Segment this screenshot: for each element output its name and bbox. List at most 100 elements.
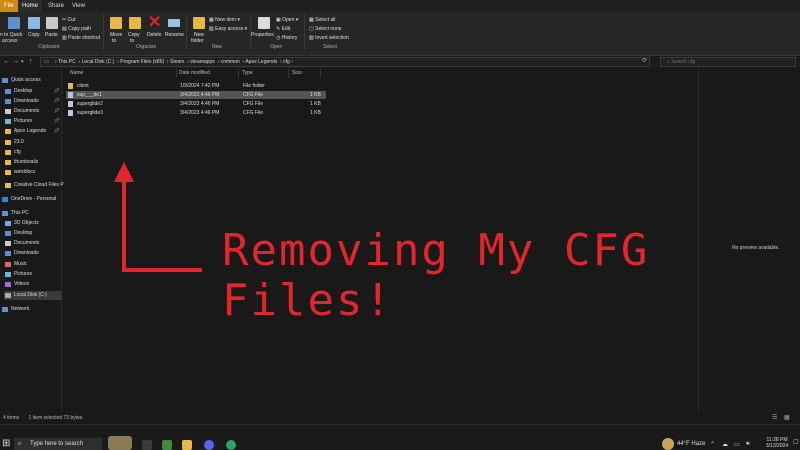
tab-share[interactable]: Share	[44, 0, 68, 12]
refresh-icon[interactable]: ⟳	[642, 57, 647, 64]
sidebar-item[interactable]: Downloads	[4, 249, 62, 258]
sidebar-item[interactable]: Quick access	[1, 76, 59, 85]
column-divider	[176, 69, 177, 78]
sidebar-item[interactable]: Local Disk (C:)	[4, 291, 62, 300]
spotify-icon[interactable]	[226, 440, 236, 450]
tab-view[interactable]: View	[68, 0, 89, 12]
sidebar-item[interactable]: cfg	[4, 148, 62, 157]
windows-start-icon[interactable]: ⊞	[2, 439, 10, 449]
sidebar-item[interactable]: 3D Objects	[4, 219, 62, 228]
sidebar-item[interactable]: Documents 📌︎	[4, 107, 62, 116]
rename-button[interactable]	[168, 17, 180, 27]
paste-shortcut-button[interactable]: ▥ Paste shortcut	[62, 35, 100, 41]
sidebar-item[interactable]: Network	[1, 305, 59, 314]
new-folder-label-2: folder	[191, 38, 204, 44]
folder-icon	[5, 183, 11, 188]
open-button[interactable]: ▣ Open ▾	[276, 17, 298, 23]
edit-button[interactable]: ✎ Edit	[276, 26, 290, 32]
notification-icon[interactable]: ▢	[793, 438, 799, 445]
sidebar-item[interactable]: Creative Cloud Files P	[4, 181, 64, 190]
sidebar-item[interactable]: This PC	[1, 209, 59, 218]
file-type: CFG File	[243, 101, 263, 107]
paste-button[interactable]	[46, 17, 58, 29]
file-icon	[68, 92, 73, 98]
sidebar-item[interactable]: Downloads 📌︎	[4, 97, 62, 106]
pin-quick-access-button[interactable]	[6, 17, 20, 29]
breadcrumb-program-files[interactable]: Program Files (x86)	[120, 59, 164, 65]
select-all-button[interactable]: ▩ Select all	[309, 17, 335, 23]
network-tray-icon[interactable]: ▭	[734, 441, 740, 448]
properties-button[interactable]	[258, 17, 270, 29]
sidebar-item[interactable]: Desktop 📌︎	[4, 87, 62, 96]
forward-arrow-icon[interactable]: →	[12, 56, 19, 68]
sidebar-item[interactable]: Music	[4, 260, 62, 269]
breadcrumb-this-pc[interactable]: This PC	[58, 59, 76, 65]
picture-icon	[5, 272, 11, 277]
sidebar-item[interactable]: 23.0	[4, 138, 62, 147]
sidebar-item[interactable]: Videos	[4, 280, 62, 289]
discord-icon[interactable]	[204, 440, 214, 450]
app-icon[interactable]	[162, 440, 172, 450]
onedrive-icon[interactable]: ☁	[722, 441, 728, 448]
weather-text[interactable]: 44°F Haze	[677, 441, 705, 447]
up-arrow-icon[interactable]: ↑	[29, 56, 33, 68]
sidebar-item[interactable]: Apex Legends 📌︎	[4, 127, 62, 136]
new-folder-button[interactable]	[193, 17, 205, 29]
clock[interactable]: 11:28 PM 3/13/2024	[764, 437, 790, 449]
file-size: 1 KB	[310, 92, 321, 98]
delete-icon[interactable]: ✕	[148, 15, 161, 31]
file-row[interactable]: superglide2 3/4/2023 4:46 PM CFG File 1 KB	[66, 100, 326, 108]
taskbar-search-box[interactable]: ⌕ Type here to search	[14, 438, 102, 450]
volume-icon[interactable]: 🔊︎	[746, 441, 750, 448]
back-arrow-icon[interactable]: ←	[3, 56, 10, 68]
new-item-button[interactable]: ▦ New item ▾	[209, 17, 240, 23]
task-view-icon[interactable]	[142, 440, 152, 450]
move-to-button[interactable]	[110, 17, 122, 29]
sidebar-item[interactable]: worddocs	[4, 168, 62, 177]
breadcrumb-steamapps[interactable]: steamapps	[190, 59, 214, 65]
sidebar-item[interactable]: Pictures	[4, 270, 62, 279]
sidebar-item[interactable]: OneDrive - Personal	[1, 195, 59, 204]
breadcrumb-local-disk[interactable]: Local Disk (C:)	[82, 59, 115, 65]
history-button[interactable]: ◷ History	[276, 35, 297, 41]
sidebar-item-label: 3D Objects	[14, 220, 39, 226]
file-row[interactable]: sup___de1 3/4/2023 4:46 PM CFG File 1 KB	[66, 91, 326, 99]
computer-icon: ▭	[44, 59, 49, 65]
select-none-button[interactable]: ▢ Select none	[309, 26, 342, 32]
sidebar-item[interactable]: Pictures 📌︎	[4, 117, 62, 126]
file-row[interactable]: superglide3 3/4/2023 4:46 PM CFG File 1 KB	[66, 109, 326, 117]
breadcrumb-cfg[interactable]: cfg	[283, 59, 290, 65]
sidebar-item[interactable]: thumbnails	[4, 158, 62, 167]
ribbon-divider	[304, 14, 305, 50]
easy-access-button[interactable]: ▧ Easy access ▾	[209, 26, 247, 32]
breadcrumb-apex-legends[interactable]: Apex Legends	[245, 59, 277, 65]
paste-label: Paste	[45, 32, 58, 38]
tab-file[interactable]: File	[0, 0, 18, 12]
column-header-size[interactable]: Size	[292, 69, 302, 78]
tab-home[interactable]: Home	[18, 0, 43, 12]
column-header-date[interactable]: Date modified	[179, 69, 210, 78]
column-header-name[interactable]: Name	[70, 69, 83, 78]
tiles-view-icon[interactable]: ▦	[784, 414, 790, 421]
recent-chevron-icon[interactable]: ▾	[21, 56, 24, 68]
sidebar-item[interactable]: Desktop	[4, 229, 62, 238]
details-view-icon[interactable]: ☰	[772, 414, 777, 421]
search-input[interactable]: ⌕ Search cfg	[660, 57, 796, 67]
breadcrumb-steam[interactable]: Steam	[170, 59, 184, 65]
column-header-type[interactable]: Type	[242, 69, 253, 78]
weather-icon[interactable]	[662, 438, 674, 450]
breadcrumb-common[interactable]: common	[221, 59, 240, 65]
file-explorer-icon[interactable]	[182, 440, 192, 450]
tray-chevron-icon[interactable]: ⌃	[710, 441, 715, 448]
copy-button[interactable]	[28, 17, 40, 29]
address-bar[interactable]: ▭ › This PC › Local Disk (C:) › Program …	[40, 57, 650, 67]
sidebar-item-label: OneDrive - Personal	[11, 196, 57, 202]
invert-selection-button[interactable]: ▨ Invert selection	[309, 35, 349, 41]
cut-button[interactable]: ✂ Cut	[62, 17, 75, 23]
taskbar-image-icon[interactable]	[108, 436, 132, 450]
copy-path-button[interactable]: ▤ Copy path	[62, 26, 91, 32]
sidebar-item[interactable]: Documents	[4, 239, 62, 248]
file-row[interactable]: client 1/9/2024 7:42 PM File folder	[66, 82, 326, 90]
file-name: sup___de1	[77, 92, 102, 98]
copy-to-button[interactable]	[129, 17, 141, 29]
